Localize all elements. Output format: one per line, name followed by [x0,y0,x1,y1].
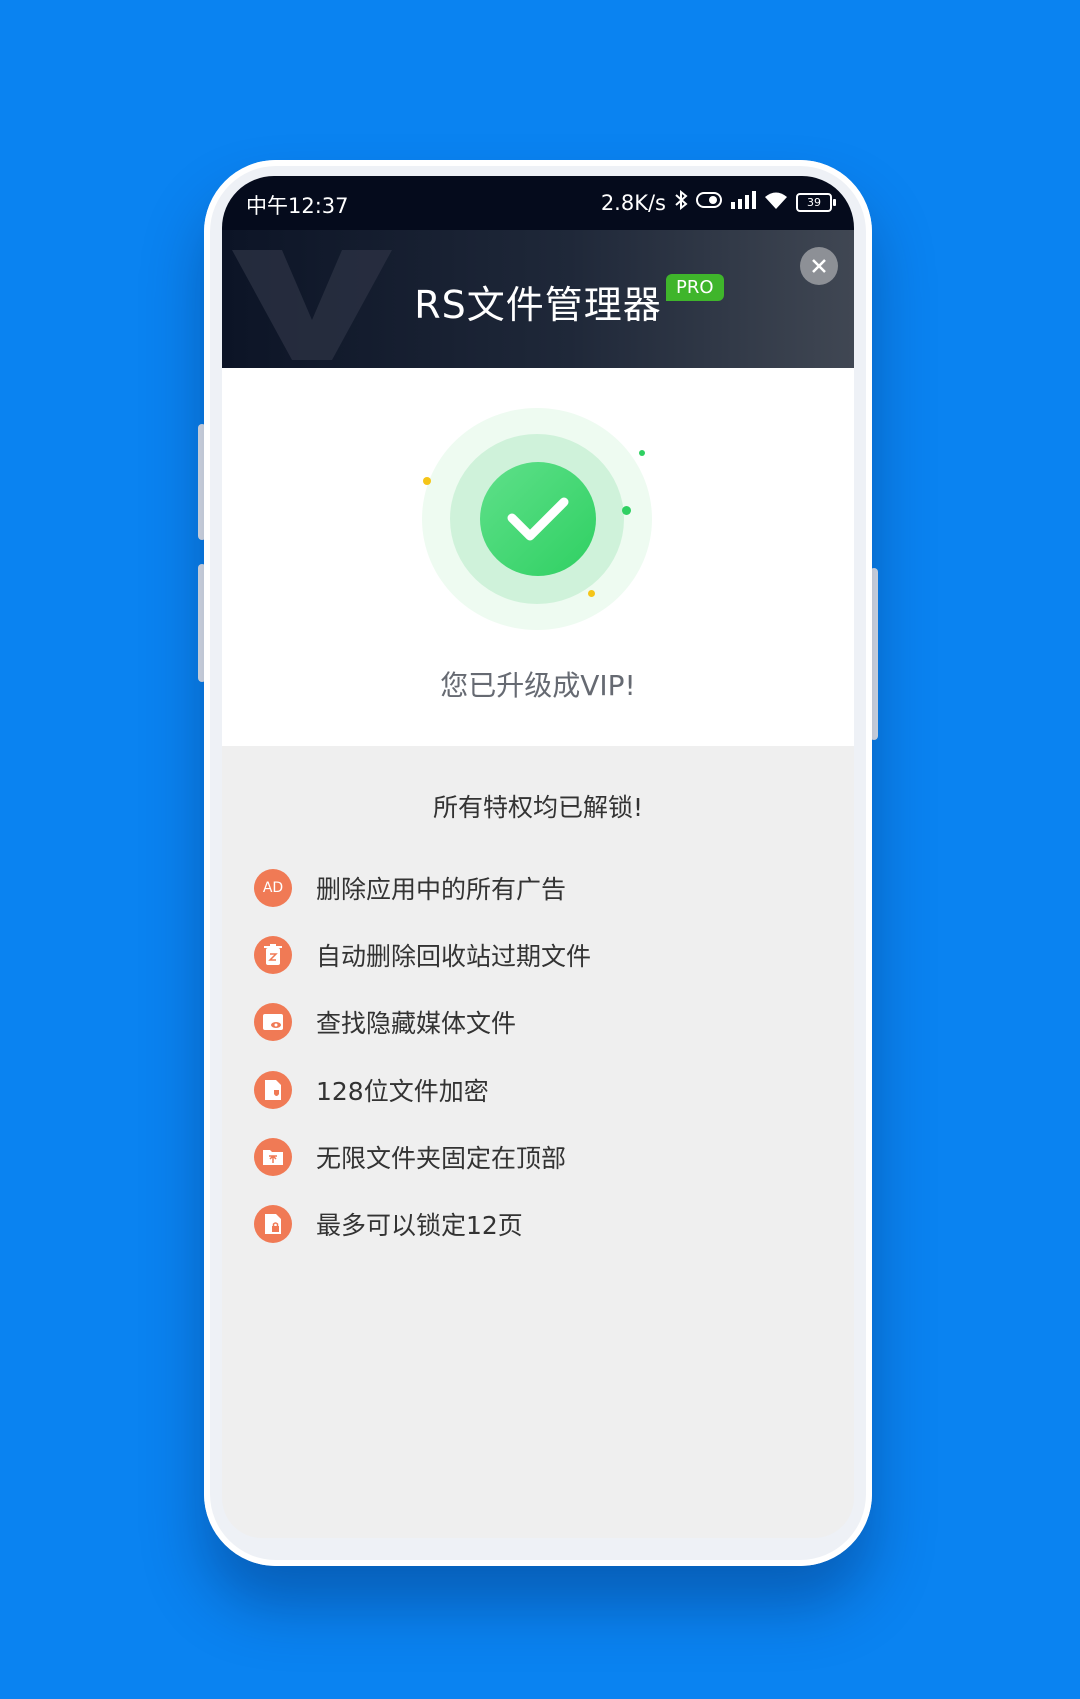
toggle-icon [696,192,722,213]
pin-folder-icon [254,1138,292,1176]
app-banner: RS文件管理器 PRO [222,230,854,368]
feature-label: 删除应用中的所有广告 [316,875,567,904]
status-bar: 中午12:37 2.8K/s 39 [222,176,854,230]
bluetooth-icon [674,189,688,215]
success-check-badge [480,462,596,576]
phone-screen: 中午12:37 2.8K/s 39 RS文件管理器 PRO 您已升级成VIP! … [222,176,854,1538]
feature-label: 最多可以锁定12页 [316,1211,523,1240]
checkmark-icon [507,497,569,541]
feature-label: 无限文件夹固定在顶部 [316,1144,567,1173]
signal-icon [730,191,756,214]
feature-label: 128位文件加密 [316,1077,489,1106]
feature-item: 最多可以锁定12页 [254,1204,523,1244]
vip-upgraded-message: 您已升级成VIP! [440,669,636,702]
pro-badge: PRO [666,274,724,301]
hidden-media-icon [254,1003,292,1041]
battery-icon: 39 [796,193,836,212]
decor-dot-yellow-bottom [588,590,595,597]
close-button[interactable] [800,247,838,285]
feature-label: 查找隐藏媒体文件 [316,1009,517,1038]
vip-success-section: 您已升级成VIP! [222,368,854,746]
lock-page-icon [254,1205,292,1243]
decor-dot-green [622,506,631,515]
decor-dot-yellow [423,477,431,485]
status-icons: 2.8K/s 39 [600,189,836,215]
feature-label: 自动删除回收站过期文件 [316,942,592,971]
status-time: 中午12:37 [246,194,349,218]
feature-item: 128位文件加密 [254,1070,489,1110]
recycle-bin-icon [254,936,292,974]
feature-item: 无限文件夹固定在顶部 [254,1137,566,1177]
feature-item: 自动删除回收站过期文件 [254,935,591,975]
network-speed: 2.8K/s [600,190,666,215]
decor-dot-green-small [639,450,645,456]
app-title: RS文件管理器 [414,283,662,327]
close-icon [812,259,826,273]
ad-icon: AD [254,869,292,907]
wifi-icon [764,191,788,214]
feature-item: 查找隐藏媒体文件 [254,1002,516,1042]
encrypted-file-icon [254,1071,292,1109]
privileges-title: 所有特权均已解锁! [432,793,644,822]
feature-item: AD 删除应用中的所有广告 [254,868,566,908]
